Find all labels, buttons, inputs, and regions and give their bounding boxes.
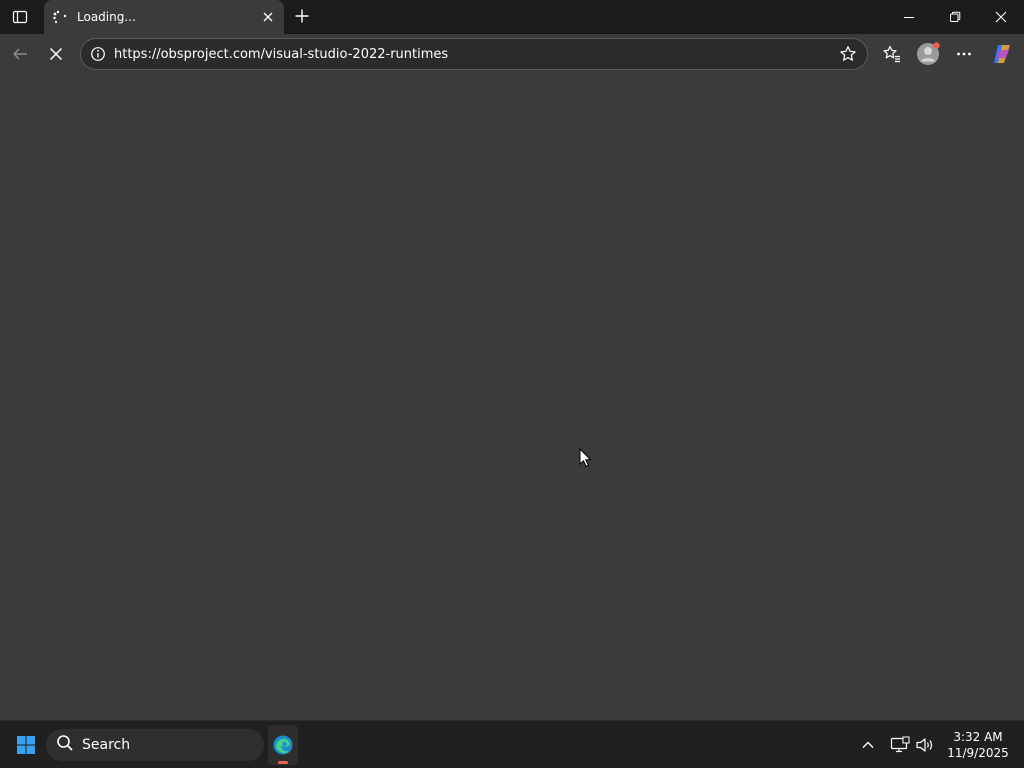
back-arrow-icon[interactable]: [4, 38, 36, 70]
network-icon[interactable]: [888, 733, 912, 757]
minimize-icon[interactable]: [886, 0, 932, 34]
clock-time: 3:32 AM: [953, 730, 1003, 744]
restore-icon[interactable]: [932, 0, 978, 34]
tab-bar: Loading...: [0, 0, 1024, 34]
taskbar-search[interactable]: Search: [46, 729, 264, 761]
tab-active[interactable]: Loading...: [44, 0, 284, 34]
clock-date: 11/9/2025: [947, 746, 1009, 760]
profile-icon[interactable]: [912, 38, 944, 70]
browser-toolbar: [0, 34, 1024, 74]
taskbar: Search 3:32 AM 11/9/2025: [0, 720, 1024, 768]
search-label: Search: [82, 737, 131, 753]
stop-icon[interactable]: [40, 38, 72, 70]
more-icon[interactable]: [948, 38, 980, 70]
plus-icon[interactable]: [290, 4, 314, 28]
edge-icon[interactable]: [268, 725, 298, 765]
mouse-cursor-icon: [579, 448, 592, 468]
close-window-icon[interactable]: [978, 0, 1024, 34]
chevron-up-icon[interactable]: [856, 733, 880, 757]
favorites-icon[interactable]: [876, 38, 908, 70]
close-icon[interactable]: [256, 5, 280, 29]
windows-start-icon[interactable]: [12, 731, 40, 759]
page-content[interactable]: [0, 74, 1024, 720]
copilot-icon[interactable]: [986, 38, 1018, 70]
volume-icon[interactable]: [913, 733, 937, 757]
loading-spinner-icon: [52, 9, 68, 25]
active-app-indicator: [278, 761, 288, 764]
info-icon[interactable]: [89, 45, 107, 63]
star-icon[interactable]: [833, 39, 863, 69]
tab-actions-icon[interactable]: [8, 5, 32, 29]
url-input[interactable]: [114, 46, 833, 62]
search-icon: [56, 734, 74, 756]
address-bar[interactable]: [80, 38, 868, 70]
tab-title: Loading...: [77, 10, 136, 24]
system-clock[interactable]: 3:32 AM 11/9/2025: [942, 729, 1014, 761]
